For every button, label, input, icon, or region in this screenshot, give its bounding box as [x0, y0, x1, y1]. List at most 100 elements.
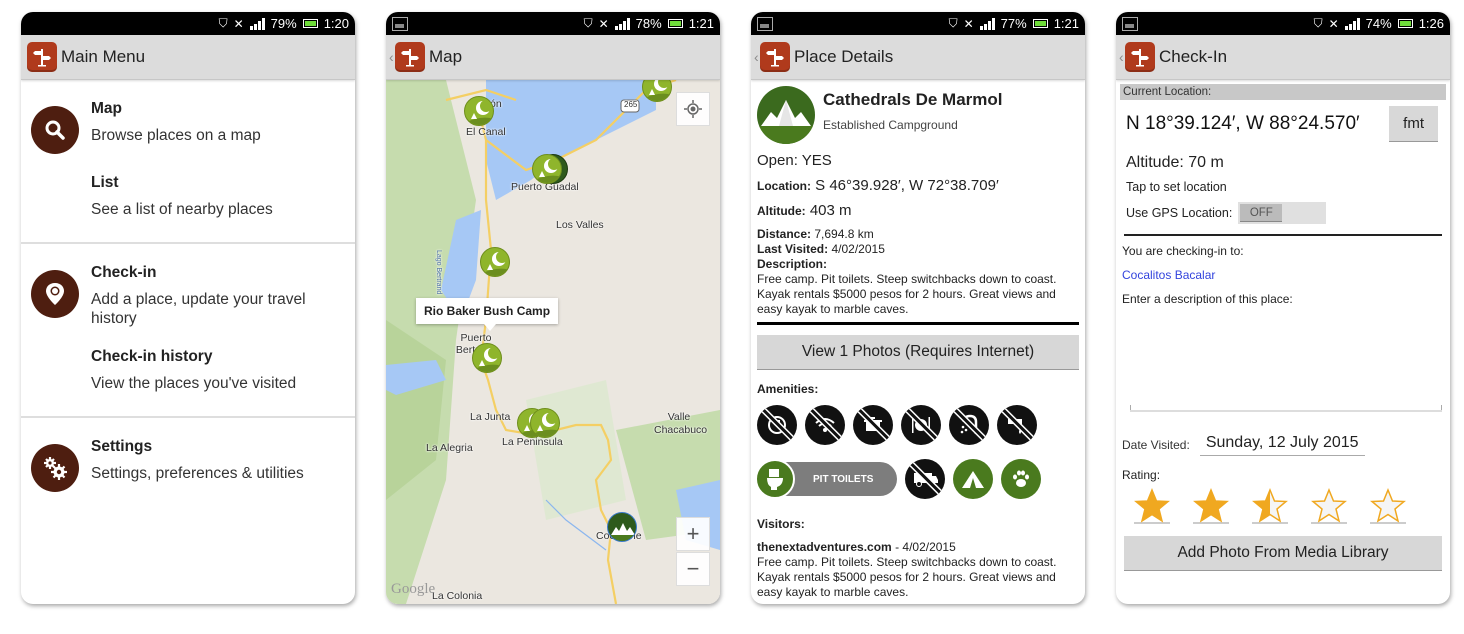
action-bar[interactable]: ‹ Map	[386, 35, 720, 80]
battery-percent: 79%	[270, 16, 297, 31]
signpost-app-icon[interactable]	[760, 42, 790, 72]
visitors-label: Visitors:	[757, 517, 805, 531]
action-bar[interactable]: ‹ Check-In	[1116, 35, 1450, 80]
menu-item-check-in[interactable]: Check-in Add a place, update your travel…	[21, 258, 355, 342]
location-row: Location: S 46°39.928′, W 72°38.709′	[757, 177, 1079, 194]
menu-item-subtitle: Settings, preferences & utilities	[91, 465, 304, 482]
toilet-icon	[755, 459, 795, 499]
star-full-icon[interactable]	[1134, 488, 1170, 524]
clock: 1:26	[1418, 16, 1444, 31]
signal-icon	[614, 17, 630, 30]
star-empty-icon[interactable]	[1370, 488, 1406, 524]
status-bar: ⛉ ✕ 79% 1:20	[21, 12, 355, 35]
place-link[interactable]: Cocalitos Bacalar	[1122, 268, 1450, 282]
menu-item-settings[interactable]: Settings Settings, preferences & utiliti…	[21, 432, 355, 506]
marker-info-window[interactable]: Rio Baker Bush Camp	[416, 298, 559, 331]
gps-toggle-state: OFF	[1240, 204, 1283, 222]
map-label: El Canal	[466, 126, 506, 138]
power-outlet-unavailable-icon	[757, 405, 797, 445]
map-screen: ⛉ ✕ 78% 1:21 ‹ Map 265 ón El Canal Puert…	[386, 12, 720, 604]
view-photos-button[interactable]: View 1 Photos (Requires Internet)	[757, 335, 1079, 370]
campsite-marker[interactable]	[532, 154, 562, 184]
campsite-marker[interactable]	[464, 96, 494, 126]
image-notification-icon	[1122, 16, 1138, 31]
shield-icon: ⛉	[948, 16, 958, 30]
battery-icon	[1032, 19, 1048, 28]
tap-to-set-location[interactable]: Tap to set location	[1126, 180, 1450, 194]
rating-bar[interactable]	[1134, 488, 1450, 524]
date-visited-picker[interactable]: Sunday, 12 July 2015	[1199, 434, 1365, 456]
open-value: YES	[801, 152, 832, 169]
search-icon	[31, 106, 79, 154]
menu-section-browse: Map Browse places on a map List See a li…	[21, 80, 355, 244]
bluetooth-off-icon: ✕	[598, 16, 609, 31]
map-label: Valle Chacabuco	[654, 411, 708, 436]
location-label: Location:	[757, 179, 811, 193]
drinking-water-unavailable-icon	[997, 405, 1037, 445]
campsite-marker-selected[interactable]	[472, 343, 502, 373]
battery-icon	[1397, 19, 1413, 28]
action-bar: Main Menu	[21, 35, 355, 80]
signal-icon	[979, 17, 995, 30]
screen-title: Map	[429, 47, 463, 66]
gps-toggle[interactable]: OFF	[1238, 202, 1327, 224]
visitor-comment: Free camp. Pit toilets. Steep switchback…	[757, 555, 1057, 599]
star-full-icon[interactable]	[1193, 488, 1229, 524]
clock: 1:21	[1053, 16, 1079, 31]
map-label: La Junta	[470, 411, 511, 423]
bluetooth-off-icon: ✕	[1328, 16, 1339, 31]
altitude-value: 403 m	[809, 202, 852, 219]
signpost-app-icon[interactable]	[27, 42, 57, 72]
clock: 1:20	[323, 16, 349, 31]
gps-label: Use GPS Location:	[1126, 206, 1233, 220]
date-visited-label: Date Visited:	[1122, 438, 1190, 452]
menu-item-check-in-history[interactable]: Check-in history View the places you've …	[21, 342, 355, 416]
menu-item-title: List	[91, 174, 119, 191]
description-prompt: Enter a description of this place:	[1122, 292, 1293, 306]
zoom-in-button[interactable]: +	[676, 517, 710, 551]
star-half-icon[interactable]	[1252, 488, 1288, 524]
amenities-row-2: PIT TOILETS	[755, 459, 1079, 499]
menu-icon-spacer	[31, 180, 79, 228]
add-photo-button[interactable]: Add Photo From Media Library	[1124, 536, 1442, 571]
star-empty-icon[interactable]	[1311, 488, 1347, 524]
campsite-marker[interactable]	[530, 408, 560, 438]
status-bar: ⛉ ✕ 77% 1:21	[751, 12, 1085, 35]
my-location-button[interactable]	[676, 92, 710, 126]
battery-percent: 74%	[1365, 16, 1392, 31]
checking-in-label: You are checking-in to:	[1122, 244, 1244, 258]
altitude-value: Altitude: 70 m	[1126, 154, 1224, 171]
campground-marker[interactable]	[607, 512, 637, 542]
divider	[1124, 234, 1442, 236]
current-coordinates[interactable]: N 18°39.124′, W 88°24.570′	[1126, 113, 1360, 135]
action-bar[interactable]: ‹ Place Details	[751, 35, 1085, 80]
restaurant-unavailable-icon	[901, 405, 941, 445]
description-input[interactable]	[1130, 316, 1442, 412]
signpost-app-icon[interactable]	[395, 42, 425, 72]
menu-item-subtitle: View the places you've visited	[91, 375, 297, 392]
signpost-app-icon[interactable]	[1125, 42, 1155, 72]
pit-toilets-amenity: PIT TOILETS	[755, 459, 897, 499]
visitor-name[interactable]: thenextadventures.com	[757, 540, 892, 554]
visitor-entry: thenextadventures.com - 4/02/2015 Free c…	[757, 540, 1079, 600]
menu-item-map[interactable]: Map Browse places on a map	[21, 94, 355, 168]
map-label: Lago Bertrand	[435, 250, 442, 295]
campsite-marker[interactable]	[480, 247, 510, 277]
distance-row: Distance: 7,694.8 km	[757, 227, 1079, 242]
zoom-out-button[interactable]: −	[676, 552, 710, 586]
description-text: Free camp. Pit toilets. Steep switchback…	[757, 272, 1057, 316]
screen-title: Place Details	[794, 47, 894, 66]
check-in-screen: ⛉ ✕ 74% 1:26 ‹ Check-In Current Location…	[1116, 12, 1450, 604]
altitude-label: Altitude:	[757, 204, 806, 218]
image-notification-icon	[757, 16, 773, 31]
menu-section-checkin: Check-in Add a place, update your travel…	[21, 244, 355, 418]
tent-icon	[953, 459, 993, 499]
road-shield-label: 265	[624, 100, 638, 109]
format-button[interactable]: fmt	[1389, 106, 1438, 142]
menu-item-title: Check-in	[91, 264, 157, 281]
menu-item-title: Check-in history	[91, 348, 213, 365]
rating-label: Rating:	[1122, 468, 1161, 482]
map-view[interactable]: 265 ón El Canal Puerto Guadal Los Valles…	[386, 80, 720, 604]
shield-icon: ⛉	[218, 16, 228, 30]
menu-item-list[interactable]: List See a list of nearby places	[21, 168, 355, 242]
